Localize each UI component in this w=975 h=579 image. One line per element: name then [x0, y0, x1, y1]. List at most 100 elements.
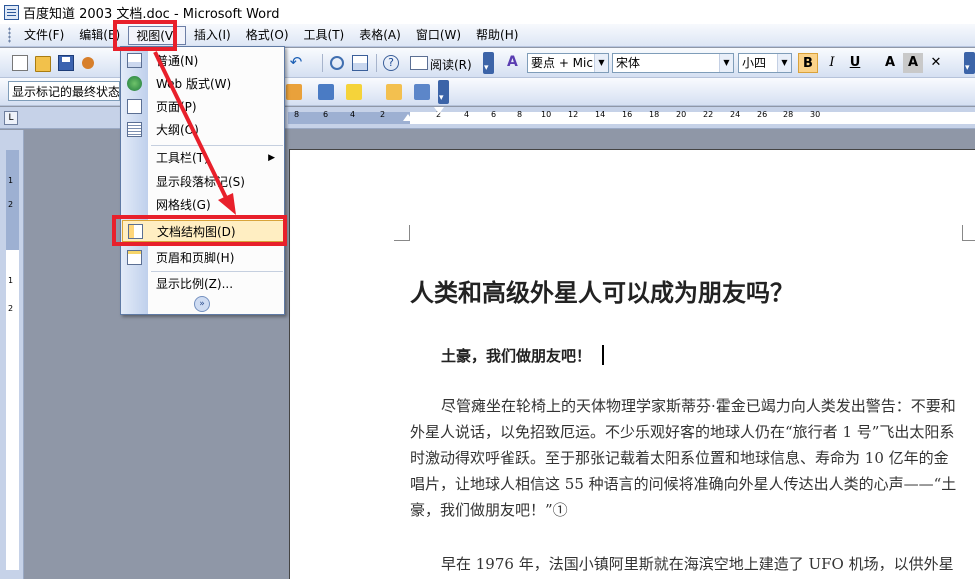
menu-item-label: 显示段落标记(S) — [156, 175, 245, 189]
chevron-down-icon[interactable]: ▼ — [719, 54, 733, 72]
italic-button[interactable]: I — [822, 53, 842, 73]
text-cursor — [602, 345, 604, 365]
menu-item-label: 工具栏(T) — [156, 151, 209, 165]
submenu-arrow-icon: ▶ — [268, 153, 275, 163]
font-dropdown-value: 宋体 — [616, 56, 641, 70]
styles-icon[interactable]: A — [507, 54, 523, 70]
menu-item-gridlines[interactable]: 网格线(G) — [122, 194, 284, 216]
print-layout-icon — [127, 99, 142, 114]
menu-table[interactable]: 表格(A) — [352, 26, 408, 45]
document-paragraph: 尽管瘫坐在轮椅上的天体物理学家斯蒂芬·霍金已竭力向人类发出警告：不要和外星人说话… — [410, 397, 957, 519]
open-folder-icon[interactable] — [35, 56, 51, 72]
ruler-tick: 4 — [350, 110, 356, 119]
menu-item-toolbars[interactable]: 工具栏(T) ▶ — [122, 147, 284, 169]
document-heading: 人类和高级外星人可以成为朋友吗？ — [410, 278, 794, 307]
hyperlink-icon[interactable] — [330, 56, 344, 70]
menu-tools[interactable]: 工具(T) — [297, 26, 352, 45]
insert-table-icon[interactable] — [352, 55, 368, 71]
vertical-ruler[interactable]: 1 2 1 2 — [0, 130, 24, 579]
ruler-tick: 4 — [464, 110, 470, 119]
toolbar-grip-icon[interactable] — [8, 27, 11, 43]
menu-separator — [151, 145, 283, 146]
web-layout-icon — [127, 76, 142, 91]
toolbar-options-chevron-icon[interactable] — [438, 80, 449, 104]
font-size-dropdown-value: 小四 — [742, 56, 767, 70]
reviewing-pane-icon[interactable] — [414, 84, 430, 100]
menu-window[interactable]: 窗口(W) — [409, 26, 468, 45]
help-icon[interactable]: ? — [383, 55, 399, 71]
chevron-down-icon[interactable]: ▼ — [777, 54, 791, 72]
toolbar-options-chevron-icon[interactable] — [483, 52, 494, 74]
menu-item-header-footer[interactable]: 页眉和页脚(H) — [122, 247, 284, 269]
crop-mark — [962, 225, 975, 241]
ruler-tick: 22 — [703, 110, 714, 119]
character-shading-icon[interactable]: A — [903, 53, 923, 73]
toolbar-options-chevron-icon[interactable] — [964, 52, 975, 74]
ruler-tick: 2 — [380, 110, 386, 119]
ruler-tick: 14 — [595, 110, 606, 119]
underline-button[interactable]: U — [845, 53, 865, 73]
menu-item-zoom[interactable]: 显示比例(Z)... — [122, 273, 284, 295]
menu-format[interactable]: 格式(O) — [239, 26, 296, 45]
ruler-tick: 30 — [810, 110, 821, 119]
menu-item-outline[interactable]: 大纲(O) — [122, 119, 284, 141]
menu-item-print-layout[interactable]: 页面(P) — [122, 96, 284, 118]
font-size-dropdown[interactable]: 小四 ▼ — [738, 53, 792, 73]
window-title: 百度知道 2003 文档.doc - Microsoft Word — [23, 6, 280, 22]
left-indent-marker[interactable] — [403, 114, 413, 121]
menu-item-label: 大纲(O) — [156, 123, 199, 137]
reading-button-label[interactable]: 阅读(R) — [430, 56, 472, 73]
ruler-tick: 8 — [517, 110, 523, 119]
menu-help[interactable]: 帮助(H) — [469, 26, 525, 45]
crop-mark — [394, 225, 410, 241]
annotation-box-view-menu — [113, 20, 177, 51]
ruler-tick: 20 — [676, 110, 687, 119]
font-color-button[interactable]: A — [880, 53, 900, 73]
undo-icon[interactable]: ↶ — [288, 54, 304, 70]
annotation-box-document-map — [112, 215, 287, 246]
document-subheading: 土豪，我们做朋友吧！ — [441, 347, 592, 365]
markup-display-dropdown[interactable]: 显示标记的最终状态 — [8, 81, 120, 101]
ruler-tick: 8 — [294, 110, 300, 119]
accept-change-icon[interactable] — [286, 84, 302, 100]
track-changes-icon[interactable] — [386, 84, 402, 100]
ruler-tick: 1 — [8, 276, 14, 285]
ruler-left-margin — [288, 112, 410, 124]
style-dropdown-value: 要点 + Mic — [531, 56, 593, 70]
ruler-tick: 2 — [8, 304, 14, 313]
toolbar-separator — [322, 54, 323, 72]
insert-comment-icon[interactable] — [318, 84, 334, 100]
ruler-tick: 2 — [8, 200, 14, 209]
ruler-tick: 12 — [568, 110, 579, 119]
ruler-tick: 10 — [541, 110, 552, 119]
menu-insert[interactable]: 插入(I) — [187, 26, 238, 45]
ruler-tick: 1 — [8, 176, 14, 185]
font-dropdown[interactable]: 宋体 ▼ — [612, 53, 734, 73]
normal-view-icon — [127, 53, 142, 68]
menu-item-normal[interactable]: 普通(N) — [122, 50, 284, 72]
ruler-tick: 6 — [323, 110, 329, 119]
menu-item-label: 显示比例(Z)... — [156, 277, 234, 291]
permission-icon[interactable] — [82, 57, 94, 69]
text-effects-icon[interactable]: ✕ — [926, 53, 946, 73]
view-menu-dropdown: 普通(N) Web 版式(W) 页面(P) 大纲(O) 工具栏(T) ▶ 显示段… — [120, 46, 285, 315]
ruler-tick: 26 — [757, 110, 768, 119]
tab-selector-icon[interactable]: L — [4, 111, 18, 125]
first-line-indent-marker[interactable] — [434, 107, 444, 114]
new-document-icon[interactable] — [12, 55, 28, 71]
menu-item-label: 普通(N) — [156, 54, 199, 68]
chevron-down-icon[interactable]: ▼ — [594, 54, 608, 72]
highlight-icon[interactable] — [346, 84, 362, 100]
ruler-tick: 16 — [622, 110, 633, 119]
menu-file[interactable]: 文件(F) — [17, 26, 71, 45]
expand-menu-chevron-icon[interactable]: » — [194, 296, 210, 312]
save-icon[interactable] — [58, 55, 74, 71]
reading-layout-icon[interactable] — [410, 56, 428, 70]
ruler-tick: 24 — [730, 110, 741, 119]
header-footer-icon — [127, 250, 142, 265]
style-dropdown[interactable]: 要点 + Mic ▼ — [527, 53, 609, 73]
menu-item-show-paragraph-marks[interactable]: 显示段落标记(S) — [122, 171, 284, 193]
outline-view-icon — [127, 122, 142, 137]
menu-item-web-layout[interactable]: Web 版式(W) — [122, 73, 284, 95]
bold-button[interactable]: B — [798, 53, 818, 73]
